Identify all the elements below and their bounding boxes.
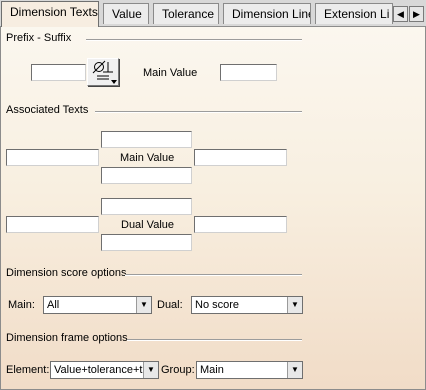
tab-scroll-left-icon[interactable]: ◀ [393,6,408,22]
score-main-select[interactable]: All ▼ [43,296,152,314]
prefix-suffix-title: Prefix - Suffix [6,32,72,44]
tab-value[interactable]: Value [103,3,149,24]
frame-element-value: Value+tolerance+t [54,364,143,376]
score-main-value: All [47,299,60,311]
frame-group-label: Group: [161,364,195,376]
chevron-down-icon[interactable]: ▼ [287,297,302,313]
tab-dimension-texts[interactable]: Dimension Texts [1,1,99,27]
chevron-down-icon[interactable]: ▼ [143,362,158,378]
associated-main-value-label: Main Value [120,152,175,164]
prefix-field[interactable] [31,64,86,81]
frame-options-divider [127,339,302,341]
score-options-divider [125,274,302,276]
associated-dual-value-label: Dual Value [121,219,174,231]
frame-options-title: Dimension frame options [6,332,128,344]
frame-element-select[interactable]: Value+tolerance+t ▼ [50,361,159,379]
diameter-symbol-icon [92,60,117,84]
dual-value-lower-field[interactable] [101,234,192,251]
main-value-before-field[interactable] [6,149,99,166]
score-dual-select[interactable]: No score ▼ [191,296,303,314]
suffix-field[interactable] [220,64,277,81]
frame-group-select[interactable]: Main ▼ [196,361,303,379]
score-dual-value: No score [195,299,240,311]
main-value-lower-field[interactable] [101,167,192,184]
tab-tolerance[interactable]: Tolerance [153,3,219,24]
main-value-upper-field[interactable] [101,131,192,148]
dual-value-upper-field[interactable] [101,198,192,215]
frame-element-label: Element: [6,364,50,376]
tab-scroll-right-icon[interactable]: ▶ [409,6,424,22]
insert-symbol-button[interactable] [87,58,119,86]
prefix-suffix-divider [86,39,302,41]
tab-extension-line[interactable]: Extension Li [315,3,393,24]
score-main-label: Main: [8,299,35,311]
score-options-title: Dimension score options [6,267,127,279]
associated-texts-title: Associated Texts [6,104,89,116]
dual-value-before-field[interactable] [6,216,99,233]
dual-value-after-field[interactable] [194,216,287,233]
tab-dimension-line[interactable]: Dimension Line [223,3,311,24]
chevron-down-icon[interactable]: ▼ [136,297,151,313]
score-dual-label: Dual: [157,299,183,311]
tab-strip: Dimension Texts Value Tolerance Dimensio… [0,0,426,27]
main-value-after-field[interactable] [194,149,287,166]
prefix-main-value-label: Main Value [143,67,198,79]
chevron-down-icon[interactable]: ▼ [287,362,302,378]
frame-group-value: Main [200,364,224,376]
associated-texts-divider [95,111,302,113]
